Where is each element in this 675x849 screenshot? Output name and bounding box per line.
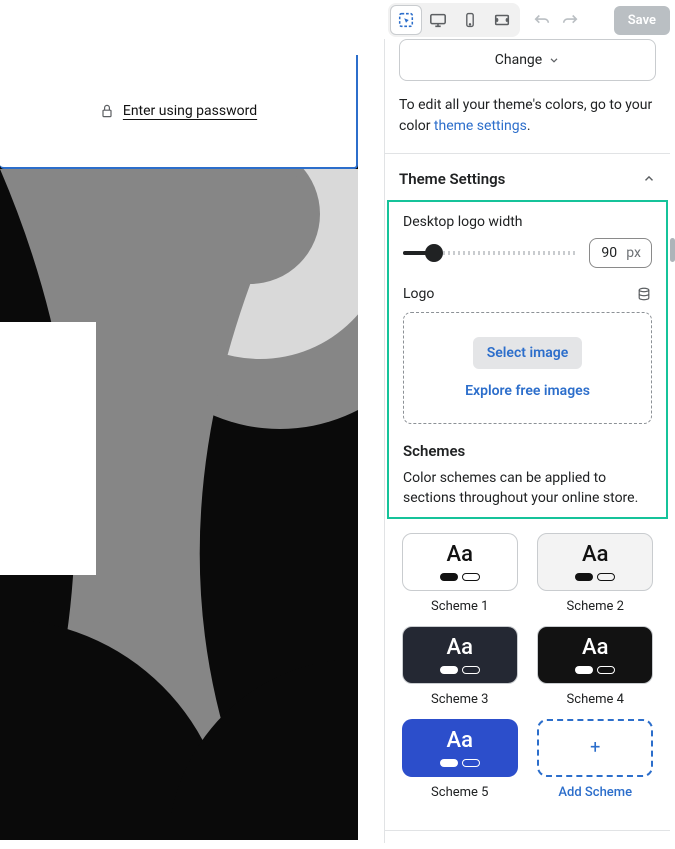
scheme-pills [440,759,480,767]
scheme-card-5[interactable]: Aa [402,719,518,777]
schemes-description: Color schemes can be applied to sections… [389,468,666,509]
undo-button[interactable] [530,8,554,32]
lock-icon [99,103,115,119]
scheme-label: Scheme 3 [431,692,488,707]
theme-settings-title: Theme Settings [399,170,505,188]
change-button[interactable]: Change [399,39,656,81]
logo-width-value: 90 [600,245,618,261]
device-toggle-group [388,3,520,37]
logo-label: Logo [403,286,434,302]
theme-settings-link[interactable]: theme settings [434,118,527,134]
scheme-preview-text: Aa [447,728,473,753]
explore-free-images-link[interactable]: Explore free images [465,383,590,399]
dynamic-source-icon[interactable] [636,286,652,302]
desktop-logo-width-control: 90 px [389,238,666,268]
logo-width-value-box[interactable]: 90 px [589,238,652,268]
add-scheme-label[interactable]: Add Scheme [558,785,632,800]
desktop-view-button[interactable] [422,5,454,35]
chevron-up-icon [642,172,656,186]
scheme-preview-text: Aa [582,635,608,660]
settings-panel: Change To edit all your theme's colors, … [384,39,670,843]
preview-password-bar[interactable]: Enter using password [0,55,358,169]
chevron-down-icon [548,54,560,66]
desktop-logo-width-label: Desktop logo width [389,202,666,238]
scheme-preview-text: Aa [447,635,473,660]
add-scheme-button[interactable]: + [537,719,653,777]
theme-preview-frame: Enter using password [0,55,358,840]
color-schemes-grid: Aa Scheme 1 Aa Scheme 2 Aa Scheme 3 Aa [385,519,670,814]
schemes-title: Schemes [389,424,666,468]
scheme-label: Scheme 5 [431,785,488,800]
preview-white-overlay [0,322,96,575]
scheme-pills [575,573,615,581]
logo-width-unit: px [626,245,641,261]
scheme-card-1[interactable]: Aa [402,533,518,591]
change-button-label: Change [495,52,542,68]
scheme-card-2[interactable]: Aa [537,533,653,591]
scheme-card-3[interactable]: Aa [402,626,518,684]
scheme-pills [440,666,480,674]
slider-thumb[interactable] [425,244,443,262]
fullwidth-view-button[interactable] [486,5,518,35]
top-toolbar: Save [388,3,670,37]
panel-scrollbar-thumb[interactable] [670,238,675,262]
scheme-pills [440,573,480,581]
logo-image-picker: Select image Explore free images [403,312,652,424]
edit-colors-text-part2: . [527,118,531,134]
scheme-card-4[interactable]: Aa [537,626,653,684]
highlighted-settings-region: Desktop logo width 90 px Logo Select ima… [387,200,668,519]
undo-redo-group [530,8,582,32]
edit-colors-text: To edit all your theme's colors, go to y… [385,81,670,137]
redo-button[interactable] [558,8,582,32]
inspector-mode-button[interactable] [390,5,422,35]
save-button[interactable]: Save [614,6,670,35]
enter-password-link[interactable]: Enter using password [123,103,257,119]
mobile-view-button[interactable] [454,5,486,35]
scheme-preview-text: Aa [582,542,608,567]
theme-settings-section-header[interactable]: Theme Settings [385,153,670,200]
logo-section-row: Logo [389,268,666,312]
scheme-label: Scheme 1 [431,599,488,614]
scheme-preview-text: Aa [447,542,473,567]
select-image-button[interactable]: Select image [473,337,583,369]
scheme-label: Scheme 2 [567,599,624,614]
logo-width-slider[interactable] [403,251,577,255]
scheme-pills [575,666,615,674]
plus-icon: + [590,737,600,758]
scheme-label: Scheme 4 [567,692,624,707]
custom-css-section-header[interactable]: Custom CSS [385,830,670,843]
